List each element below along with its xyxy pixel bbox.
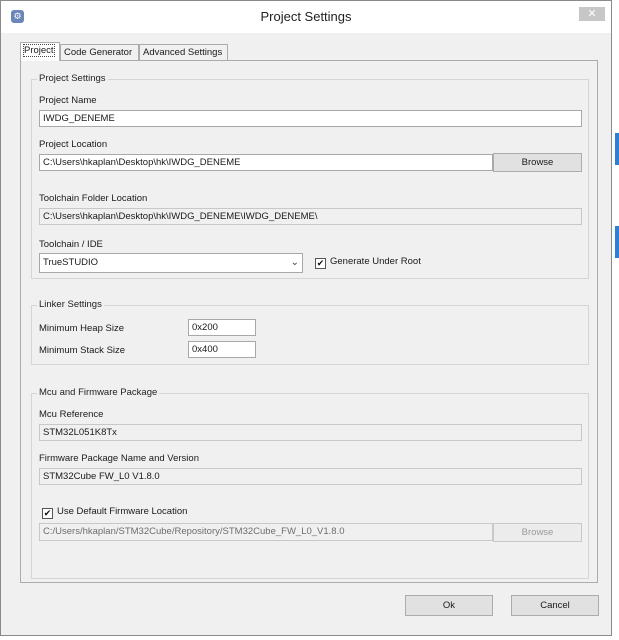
background-window-edge: [615, 133, 619, 165]
min-heap-size-label: Minimum Heap Size: [39, 323, 124, 334]
project-location-browse-button[interactable]: Browse: [493, 153, 582, 172]
window-title: Project Settings: [260, 9, 352, 24]
tab-advanced-settings-label: Advanced Settings: [143, 47, 223, 58]
tab-project-label: Project: [23, 44, 55, 57]
toolchain-ide-select[interactable]: TrueSTUDIO ⌄: [39, 253, 303, 273]
cancel-button[interactable]: Cancel: [511, 595, 599, 616]
project-settings-dialog: ⚙ Project Settings ✕ Project Code Genera…: [0, 0, 612, 636]
chevron-down-icon: ⌄: [290, 257, 299, 268]
toolchain-folder-field: C:\Users\hkaplan\Desktop\hk\IWDG_DENEME\…: [39, 208, 582, 225]
group-title-project-settings: Project Settings: [37, 73, 108, 84]
toolchain-ide-label: Toolchain / IDE: [39, 239, 103, 250]
generate-under-root-checkbox[interactable]: ✔ Generate Under Root: [315, 256, 421, 269]
group-title-mcu-firmware: Mcu and Firmware Package: [37, 387, 160, 398]
tab-advanced-settings[interactable]: Advanced Settings: [139, 44, 228, 60]
min-stack-size-input[interactable]: 0x400: [188, 341, 256, 358]
firmware-location-browse-button: Browse: [493, 523, 582, 542]
tab-code-generator-label: Code Generator: [64, 47, 133, 58]
mcu-reference-label: Mcu Reference: [39, 409, 104, 420]
project-tab-panel: Project Settings Project Name IWDG_DENEM…: [20, 60, 598, 583]
mcu-reference-field: STM32L051K8Tx: [39, 424, 582, 441]
project-name-label: Project Name: [39, 95, 97, 106]
project-location-label: Project Location: [39, 139, 108, 150]
project-name-input[interactable]: IWDG_DENEME: [39, 110, 582, 127]
toolchain-ide-value: TrueSTUDIO: [43, 257, 99, 268]
firmware-package-field: STM32Cube FW_L0 V1.8.0: [39, 468, 582, 485]
firmware-location-field: C:/Users/hkaplan/STM32Cube/Repository/ST…: [39, 523, 493, 541]
tab-code-generator[interactable]: Code Generator: [60, 44, 139, 60]
ok-button[interactable]: Ok: [405, 595, 493, 616]
generate-under-root-label: Generate Under Root: [330, 256, 421, 267]
use-default-firmware-checkbox[interactable]: ✔ Use Default Firmware Location: [42, 506, 187, 519]
project-location-input[interactable]: C:\Users\hkaplan\Desktop\hk\IWDG_DENEME: [39, 154, 493, 171]
checkmark-icon: ✔: [315, 258, 326, 269]
project-settings-group: Project Settings Project Name IWDG_DENEM…: [31, 73, 589, 279]
close-button[interactable]: ✕: [579, 7, 605, 21]
mcu-firmware-group: Mcu and Firmware Package Mcu Reference S…: [31, 387, 589, 579]
checkmark-icon: ✔: [42, 508, 53, 519]
toolchain-folder-label: Toolchain Folder Location: [39, 193, 148, 204]
background-window-edge: [615, 226, 619, 258]
linker-settings-group: Linker Settings Minimum Heap Size 0x200 …: [31, 299, 589, 365]
min-heap-size-input[interactable]: 0x200: [188, 319, 256, 336]
firmware-package-label: Firmware Package Name and Version: [39, 453, 199, 464]
title-bar[interactable]: ⚙ Project Settings ✕: [1, 1, 611, 33]
use-default-firmware-label: Use Default Firmware Location: [57, 506, 188, 517]
min-stack-size-label: Minimum Stack Size: [39, 345, 126, 356]
group-title-linker-settings: Linker Settings: [37, 299, 104, 310]
tab-project[interactable]: Project: [20, 42, 60, 61]
